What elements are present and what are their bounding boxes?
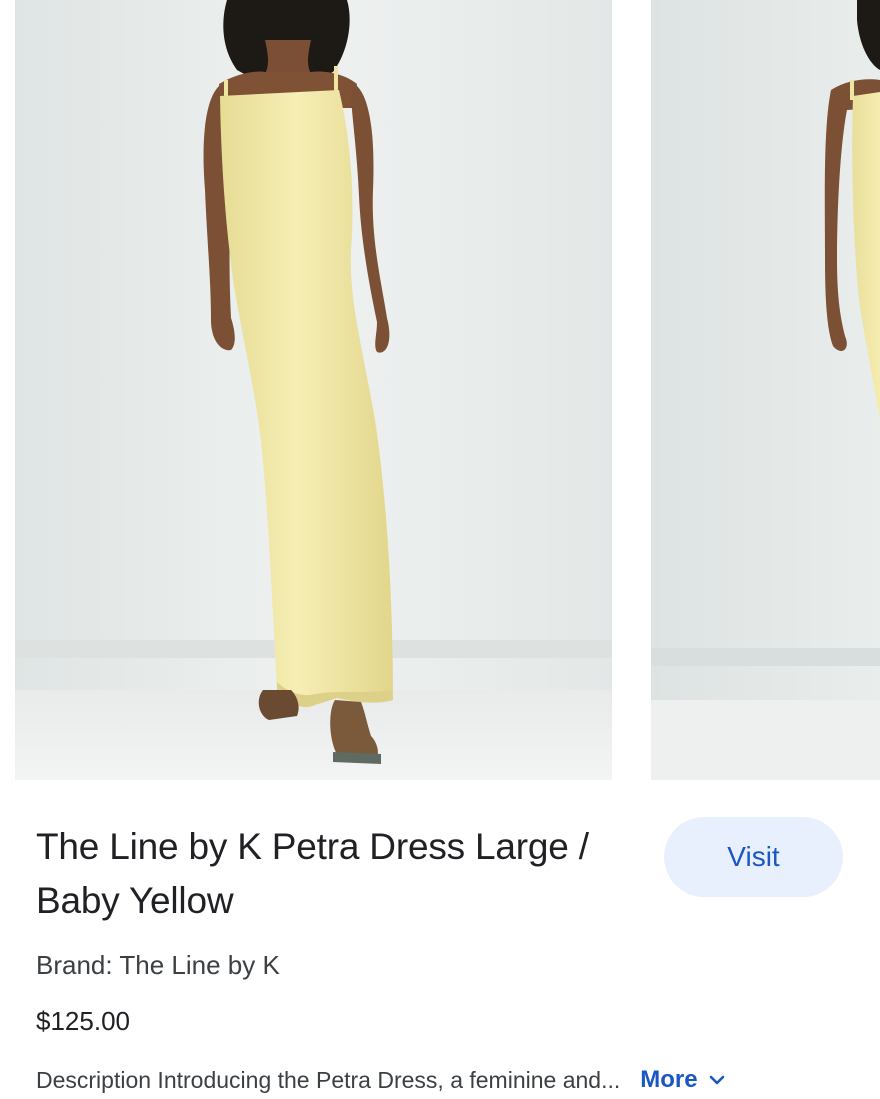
more-label: More (640, 1066, 698, 1093)
product-info-panel: The Line by K Petra Dress Large / Baby Y… (0, 780, 880, 1099)
visit-button[interactable]: Visit (664, 817, 843, 897)
product-price: $125.00 (36, 1006, 130, 1036)
product-description: Description Introducing the Petra Dress,… (36, 1066, 621, 1093)
product-image-primary[interactable] (15, 0, 612, 780)
dress-photo (15, 0, 612, 780)
more-button[interactable]: More (640, 1066, 725, 1094)
dress-photo-partial (651, 0, 880, 780)
product-image-secondary[interactable] (651, 0, 880, 780)
product-description-row: Description Introducing the Petra Dress,… (36, 1063, 856, 1097)
product-brand: Brand: The Line by K (36, 950, 280, 980)
product-result-card: The Line by K Petra Dress Large / Baby Y… (0, 0, 880, 1099)
chevron-down-icon (708, 1071, 726, 1089)
product-image-carousel[interactable] (0, 0, 880, 780)
product-title[interactable]: The Line by K Petra Dress Large / Baby Y… (36, 820, 636, 928)
